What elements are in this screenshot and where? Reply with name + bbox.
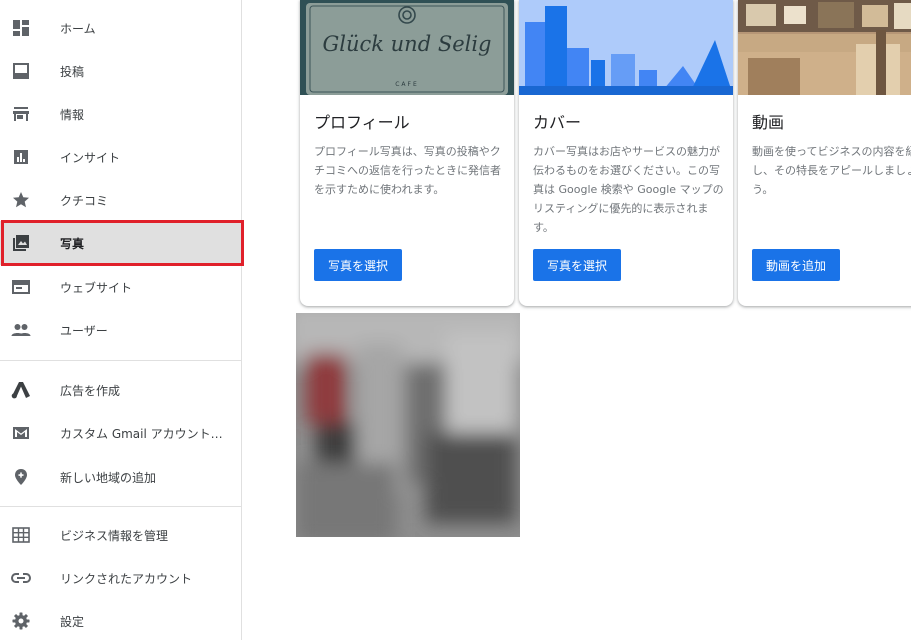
sidebar-item-settings[interactable]: 設定: [0, 599, 242, 640]
sidebar-item-label: 写真: [60, 236, 85, 251]
sidebar-item-label: 設定: [60, 614, 85, 629]
photo-library-icon: [11, 233, 31, 253]
select-profile-photo-button[interactable]: 写真を選択: [314, 249, 403, 281]
blurred-photo[interactable]: [296, 313, 520, 537]
sidebar-item-users[interactable]: ユーザー: [0, 308, 242, 352]
post-icon: [11, 61, 31, 81]
sidebar-item-home[interactable]: ホーム: [0, 6, 242, 50]
card-title: プロフィール: [314, 113, 410, 132]
star-icon: [11, 190, 31, 210]
sidebar-item-photos[interactable]: 写真: [0, 221, 242, 265]
card-description: プロフィール写真は、写真の投稿やクチコミへの返信を行ったときに発信者を示すために…: [314, 145, 501, 196]
people-icon: [11, 320, 31, 340]
sidebar-item-label: 新しい地域の追加: [60, 470, 157, 485]
sidebar-item-label: ホーム: [60, 21, 96, 36]
profile-photo-thumbnail: Glück und Selig CAFE: [300, 0, 514, 95]
sidebar-item-label: リンクされたアカウント: [60, 571, 193, 586]
sidebar-item-reviews[interactable]: クチコミ: [0, 178, 242, 222]
website-icon: [11, 277, 31, 297]
business-grid-icon: [11, 525, 31, 545]
sidebar-item-label: 情報: [60, 107, 85, 122]
sidebar-item-custom-gmail[interactable]: カスタム Gmail アカウント…: [0, 411, 242, 455]
sidebar-item-create-ad[interactable]: 広告を作成: [0, 368, 242, 412]
sidebar-item-label: ビジネス情報を管理: [60, 528, 169, 543]
cafe-logo-text: Glück und Selig: [322, 32, 492, 56]
mail-icon: [11, 423, 31, 443]
sidebar-item-label: ユーザー: [60, 323, 108, 338]
sidebar-item-insights[interactable]: インサイト: [0, 135, 242, 179]
video-card: 動画 動画を使ってビジネスの内容を紹介し、その特長をアピールしましょう。 動画を…: [738, 0, 911, 306]
sidebar-item-add-location[interactable]: 新しい地域の追加: [0, 455, 242, 499]
sidebar: ホーム 投稿 情報 インサイト クチコミ 写真 ウェブサイト ユーザー 広告を作…: [0, 0, 244, 640]
dashboard-icon: [11, 18, 31, 38]
sidebar-item-label: インサイト: [60, 150, 121, 165]
cover-photo-illustration: [519, 0, 733, 95]
select-cover-photo-button[interactable]: 写真を選択: [533, 249, 622, 281]
cover-photo-card: カバー カバー写真はお店やサービスの魅力が伝わるものをお選びください。この写真は…: [519, 0, 733, 306]
sidebar-item-label: クチコミ: [60, 193, 109, 208]
link-icon: [11, 568, 31, 588]
card-description: 動画を使ってビジネスの内容を紹介し、その特長をアピールしましょう。: [752, 145, 911, 196]
insights-icon: [11, 147, 31, 167]
google-ads-icon: [11, 380, 31, 400]
sidebar-item-website[interactable]: ウェブサイト: [0, 265, 242, 309]
profile-photo-card: Glück und Selig CAFE プロフィール プロフィール写真は、写真…: [300, 0, 514, 306]
sidebar-item-label: 投稿: [60, 64, 85, 79]
sidebar-item-linked-accounts[interactable]: リンクされたアカウント: [0, 556, 242, 600]
cafe-logo-subtext: CAFE: [395, 81, 419, 88]
location-pin-icon: [11, 467, 31, 487]
sidebar-item-info[interactable]: 情報: [0, 92, 242, 136]
sidebar-item-label: カスタム Gmail アカウント…: [60, 426, 223, 441]
card-description: カバー写真はお店やサービスの魅力が伝わるものをお選びください。この写真は Goo…: [533, 145, 724, 234]
sidebar-item-label: 広告を作成: [60, 383, 121, 398]
app-root: ホーム 投稿 情報 インサイト クチコミ 写真 ウェブサイト ユーザー 広告を作…: [0, 0, 911, 640]
store-icon: [11, 104, 31, 124]
video-thumbnail: [738, 0, 911, 95]
add-video-button[interactable]: 動画を追加: [752, 249, 841, 281]
gear-icon: [11, 611, 31, 631]
sidebar-item-manage-business[interactable]: ビジネス情報を管理: [0, 513, 242, 557]
card-title: カバー: [533, 113, 582, 132]
card-title: 動画: [752, 113, 785, 132]
sidebar-item-label: ウェブサイト: [60, 280, 133, 295]
sidebar-divider: [0, 360, 242, 361]
sidebar-divider: [0, 506, 242, 507]
sidebar-item-posts[interactable]: 投稿: [0, 49, 242, 93]
